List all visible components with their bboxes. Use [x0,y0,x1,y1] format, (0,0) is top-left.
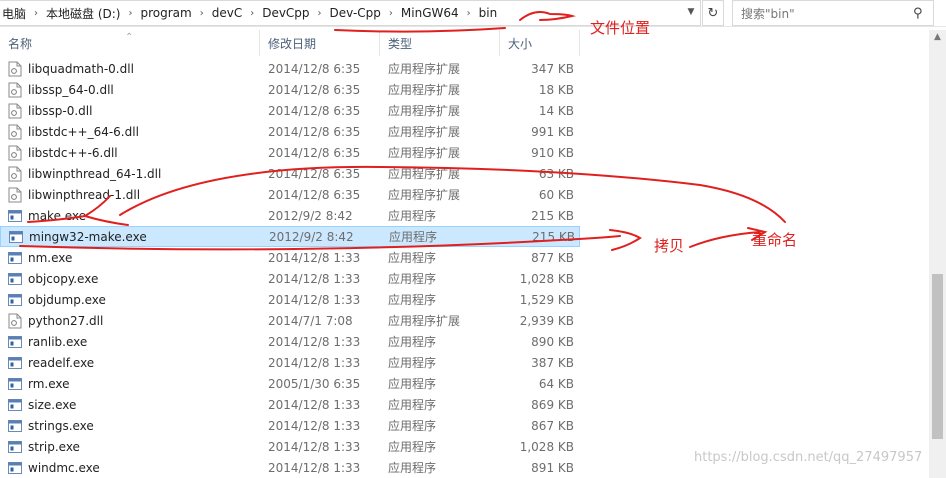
make-arrowhead-stroke [84,215,129,226]
rename-swoosh-stroke [119,165,786,223]
annotation-strokes [19,11,786,251]
location-arrow-stroke [519,11,576,21]
make-underline-stroke [27,195,111,223]
copy-arrowhead-stroke [609,229,642,251]
copy-underline-stroke [19,235,621,251]
annotation-copy: 拷贝 [654,237,685,255]
annotation-location: 文件位置 [590,19,651,37]
underline-dev-cpp-stroke [334,27,506,33]
watermark: https://blog.csdn.net/qq_27497957 [694,450,923,465]
annotation-rename: 重命名 [752,231,798,249]
